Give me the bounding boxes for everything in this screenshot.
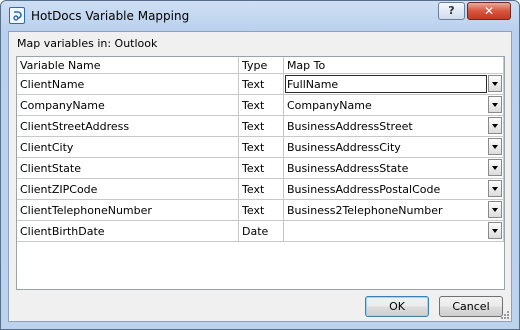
map-to-dropdown[interactable]: Business2TelephoneNumber	[283, 199, 504, 221]
dropdown-arrow-icon[interactable]	[488, 96, 502, 113]
type-cell: Text	[238, 136, 284, 158]
dropdown-arrow-icon[interactable]	[488, 201, 502, 218]
table-row[interactable]: ClientTelephoneNumber Text Business2Tele…	[17, 199, 504, 221]
type-cell: Text	[238, 178, 284, 200]
column-header-map-to[interactable]: Map To	[283, 57, 504, 74]
type-cell: Text	[238, 199, 284, 221]
resize-grip-icon[interactable]	[500, 310, 510, 320]
type-cell: Text	[238, 157, 284, 179]
variable-name-cell: ClientState	[17, 157, 240, 179]
map-to-dropdown[interactable]: FullName	[283, 73, 504, 95]
map-to-dropdown[interactable]: BusinessAddressStreet	[283, 115, 504, 137]
variable-name-cell: ClientBirthDate	[17, 220, 240, 242]
cancel-button[interactable]: Cancel	[439, 296, 503, 317]
dropdown-arrow-icon[interactable]	[488, 117, 502, 134]
map-to-value: BusinessAddressPostalCode	[286, 183, 441, 196]
window-title: HotDocs Variable Mapping	[31, 9, 190, 23]
variable-name-cell: ClientName	[17, 73, 240, 95]
dropdown-arrow-icon[interactable]	[488, 180, 502, 197]
variable-name-cell: CompanyName	[17, 94, 240, 116]
header-row: Variable Name Type Map To	[17, 57, 504, 74]
table-row[interactable]: ClientName Text FullName	[17, 73, 504, 95]
type-cell: Text	[238, 115, 284, 137]
table-row[interactable]: ClientZIPCode Text BusinessAddressPostal…	[17, 178, 504, 200]
type-cell: Text	[238, 94, 284, 116]
hotdocs-icon	[9, 7, 25, 24]
map-to-dropdown[interactable]: CompanyName	[283, 94, 504, 116]
map-to-value: BusinessAddressCity	[286, 141, 401, 154]
title-bar[interactable]: HotDocs Variable Mapping ? ✕	[1, 1, 519, 31]
column-header-type[interactable]: Type	[238, 57, 284, 74]
map-variables-label: Map variables in: Outlook	[17, 37, 158, 50]
column-header-variable-name[interactable]: Variable Name	[17, 57, 240, 74]
mapping-grid: Variable Name Type Map To ClientName Tex…	[16, 56, 505, 290]
dropdown-arrow-icon[interactable]	[488, 75, 502, 92]
map-to-dropdown[interactable]: BusinessAddressPostalCode	[283, 178, 504, 200]
map-to-value: BusinessAddressStreet	[286, 120, 413, 133]
dropdown-arrow-icon[interactable]	[488, 138, 502, 155]
map-to-value: FullName	[286, 78, 339, 91]
close-button[interactable]: ✕	[467, 2, 511, 20]
dropdown-arrow-icon[interactable]	[488, 222, 502, 239]
variable-name-cell: ClientTelephoneNumber	[17, 199, 240, 221]
map-to-value: Business2TelephoneNumber	[286, 204, 443, 217]
map-to-value: BusinessAddressState	[286, 162, 409, 175]
dialog-body: Map variables in: Outlook Variable Name …	[8, 31, 512, 322]
variable-name-cell: ClientCity	[17, 136, 240, 158]
variable-name-cell: ClientStreetAddress	[17, 115, 240, 137]
table-row[interactable]: ClientCity Text BusinessAddressCity	[17, 136, 504, 158]
dialog-window: HotDocs Variable Mapping ? ✕ Map variabl…	[0, 0, 520, 330]
variable-name-cell: ClientZIPCode	[17, 178, 240, 200]
map-to-dropdown[interactable]: BusinessAddressCity	[283, 136, 504, 158]
mapping-table: Variable Name Type Map To ClientName Tex…	[17, 57, 504, 242]
dropdown-arrow-icon[interactable]	[488, 159, 502, 176]
type-cell: Text	[238, 73, 284, 95]
table-row[interactable]: ClientBirthDate Date	[17, 220, 504, 242]
map-to-dropdown[interactable]	[283, 220, 504, 242]
ok-button[interactable]: OK	[365, 296, 429, 317]
help-button[interactable]: ?	[438, 2, 465, 20]
table-row[interactable]: ClientStreetAddress Text BusinessAddress…	[17, 115, 504, 137]
map-to-value: CompanyName	[286, 99, 372, 112]
type-cell: Date	[238, 220, 284, 242]
table-row[interactable]: ClientState Text BusinessAddressState	[17, 157, 504, 179]
table-row[interactable]: CompanyName Text CompanyName	[17, 94, 504, 116]
map-to-dropdown[interactable]: BusinessAddressState	[283, 157, 504, 179]
